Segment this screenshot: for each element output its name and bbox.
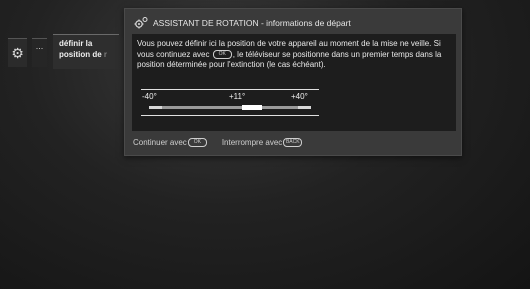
dialog-title-bar: ASSISTANT DE ROTATION - informations de …: [133, 15, 351, 31]
menu-item-define-position[interactable]: définir la position de r: [53, 34, 119, 69]
screen: ⚙ ... définir la position de r ASSISTANT…: [0, 0, 531, 305]
cancel-label: Interrompre avec: [221, 138, 283, 147]
rotation-slider[interactable]: -40° +11° +40°: [141, 89, 319, 117]
gears-icon: [134, 17, 148, 29]
slider-track-end-right: [298, 106, 311, 109]
menu-item-label-line1: définir la: [59, 39, 93, 48]
more-label: ...: [35, 41, 44, 51]
slider-current-label: +11°: [229, 92, 246, 101]
dialog-body: Vous pouvez définir ici la position de v…: [132, 34, 456, 131]
slider-track: [149, 106, 311, 109]
tv-display: ⚙ ... définir la position de r ASSISTANT…: [0, 0, 530, 289]
back-key-icon[interactable]: BACK: [283, 138, 303, 147]
ok-key-icon[interactable]: OK: [187, 138, 207, 147]
dialog-footer: Continuer avec OK Interrompre avec BACK: [133, 138, 303, 147]
continue-label: Continuer avec: [133, 138, 187, 147]
dialog-title: ASSISTANT DE ROTATION - informations de …: [153, 18, 351, 28]
slider-track-end-left: [149, 106, 162, 109]
slider-knob[interactable]: [242, 105, 263, 110]
rotation-assistant-dialog: ASSISTANT DE ROTATION - informations de …: [124, 8, 462, 156]
more-menu-item[interactable]: ...: [32, 38, 47, 67]
slider-max-label: +40°: [291, 92, 308, 101]
settings-menu-item[interactable]: ⚙: [8, 38, 27, 67]
ok-key-icon: OK: [212, 49, 232, 59]
menu-item-label-line2: position de r: [59, 50, 108, 59]
gear-icon: ⚙: [11, 44, 24, 61]
dialog-text: Vous pouvez définir ici la position de v…: [137, 39, 442, 69]
slider-min-label: -40°: [142, 92, 157, 101]
